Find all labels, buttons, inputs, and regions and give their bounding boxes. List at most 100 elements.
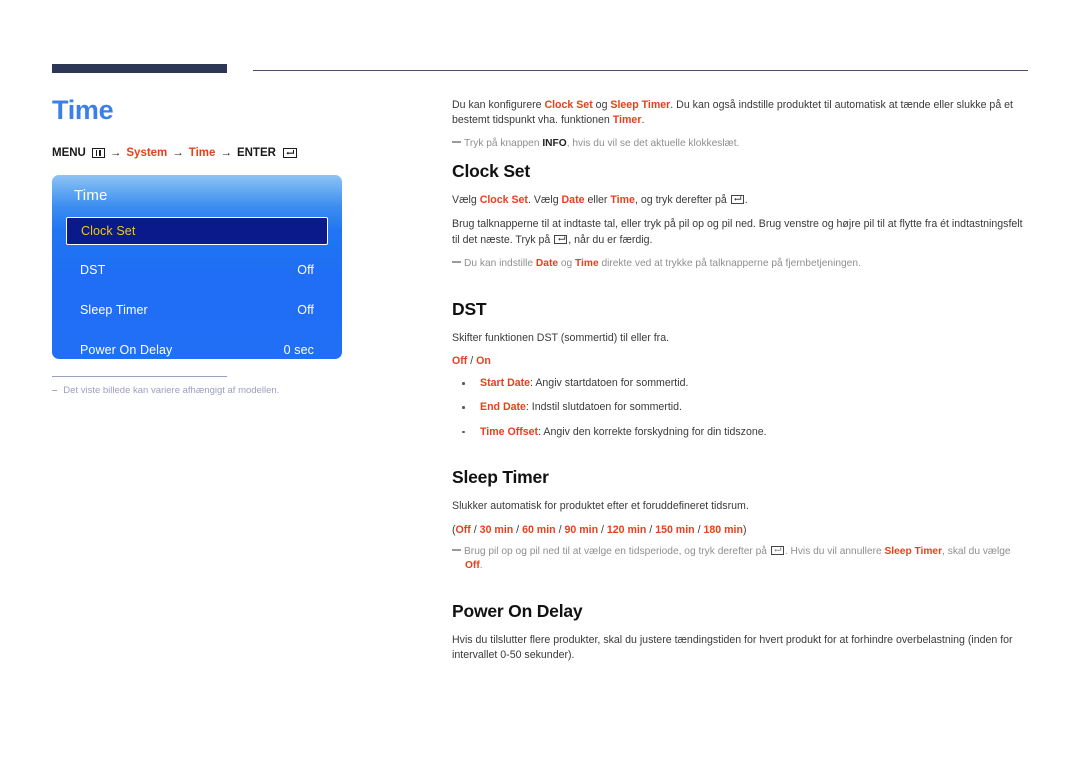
dst-options: Off / On: [452, 355, 1030, 367]
page-title: Time: [52, 95, 114, 125]
st-option-3: 90 min: [564, 523, 599, 536]
dst-option-on: On: [476, 355, 491, 368]
cs-text-g: , og tryk derefter på: [634, 193, 730, 206]
dst-bullet-term: Time Offset: [480, 425, 539, 438]
section-clock-set: Clock Set Vælg Clock Set. Vælg Date elle…: [452, 161, 1030, 272]
cs-text-a: Vælg: [452, 193, 480, 206]
osd-menu-list: Clock Set DST Off Sleep Timer Off Power …: [66, 216, 328, 375]
st-option-5: 150 min: [655, 523, 695, 536]
cs-term-clock-set: Clock Set: [479, 193, 528, 206]
header-accent-bar: [52, 64, 227, 73]
dst-option-off: Off: [452, 355, 468, 368]
dst-bullet-list: Start Date: Angiv startdatoen for sommer…: [452, 376, 1030, 440]
section-sleep-timer: Sleep Timer Slukker automatisk for produ…: [452, 467, 1030, 574]
sleep-timer-options: (Off / 30 min / 60 min / 90 min / 120 mi…: [452, 523, 747, 536]
st-option-4: 120 min: [606, 523, 647, 536]
st-option-0: Off: [455, 523, 471, 536]
osd-item-sleep-timer[interactable]: Sleep Timer Off: [66, 295, 328, 325]
cs-text-h: .: [744, 193, 748, 206]
cs-term-time: Time: [610, 193, 635, 206]
list-item: Time Offset: Angiv den korrekte forskydn…: [452, 425, 1030, 440]
enter-key-icon: [554, 234, 568, 244]
section-heading-sleep-timer: Sleep Timer: [452, 467, 549, 488]
osd-item-label: Power On Delay: [80, 342, 173, 357]
header-rule: [253, 70, 1028, 71]
intro-note: Tryk på knappen INFO, hvis du vil se det…: [452, 137, 1030, 152]
caption-dash: –: [52, 384, 58, 396]
st-option-6: 180 min: [703, 523, 743, 536]
section-heading-power-on-delay: Power On Delay: [452, 601, 583, 622]
breadcrumb-enter-label: ENTER: [236, 146, 276, 159]
list-item: Start Date: Angiv startdatoen for sommer…: [452, 376, 1030, 391]
intro-note-a: Tryk på knappen: [464, 138, 543, 150]
breadcrumb-item-time[interactable]: Time: [189, 147, 216, 159]
intro-term-sleep-timer: Sleep Timer: [610, 99, 671, 111]
intro-paragraph: Du kan konfigurere Clock Set og Sleep Ti…: [452, 98, 1030, 128]
section-heading-clock-set: Clock Set: [452, 160, 530, 181]
st-note-f: .: [479, 560, 483, 572]
osd-title: Time: [74, 186, 108, 204]
dst-paragraph-1: Skifter funktionen DST (sommertid) til e…: [452, 331, 670, 344]
cs2-text-b: , når du er færdig.: [568, 233, 653, 246]
st-paren-close: ): [742, 523, 747, 536]
section-power-on-delay: Power On Delay Hvis du tilslutter flere …: [452, 601, 1030, 664]
intro-note-c: , hvis du vil se det aktuelle klokkeslæt…: [566, 138, 740, 150]
dst-bullet-desc: : Angiv startdatoen for sommertid.: [530, 377, 689, 390]
enter-key-icon: [282, 147, 297, 158]
osd-menu-panel: Time Clock Set DST Off Sleep Timer Off P…: [52, 174, 342, 359]
osd-item-dst[interactable]: DST Off: [66, 255, 328, 285]
intro-text-c: og: [592, 99, 611, 111]
breadcrumb-item-system[interactable]: System: [126, 147, 167, 159]
osd-caption: – Det viste billede kan variere afhængig…: [52, 385, 432, 396]
st-option-1: 30 min: [479, 523, 514, 536]
right-column: Du kan konfigurere Clock Set og Sleep Ti…: [452, 98, 1030, 673]
osd-item-value: Off: [297, 302, 314, 317]
clock-set-paragraph-1: Vælg Clock Set. Vælg Date eller Time, og…: [452, 193, 1030, 208]
dst-option-separator: /: [467, 355, 477, 368]
clock-set-paragraph-2: Brug talknapperne til at indtaste tal, e…: [452, 217, 1030, 248]
dst-bullet-desc: : Angiv den korrekte forskydning for din…: [538, 425, 767, 438]
osd-item-label: DST: [80, 262, 106, 277]
caption-text: Det viste billede kan variere afhængigt …: [63, 384, 280, 396]
dst-bullet-desc: : Indstil slutdatoen for sommertid.: [525, 401, 682, 414]
note-dash-icon: [452, 548, 461, 551]
dst-bullet-term: End Date: [480, 401, 526, 414]
st-note-b: . Hvis du vil annullere: [784, 545, 885, 557]
breadcrumb-arrow-3: →: [220, 146, 232, 159]
cs-note-a: Du kan indstille: [464, 257, 536, 269]
cs-note-date: Date: [535, 257, 559, 269]
cs-note-e: direkte ved at trykke på talknapperne på…: [598, 257, 861, 269]
intro-term-timer: Timer: [612, 114, 642, 127]
intro-text-a: Du kan konfigurere: [452, 99, 545, 111]
breadcrumb-arrow-1: →: [109, 146, 122, 159]
cs-term-date: Date: [561, 193, 585, 206]
st-note-a: Brug pil op og pil ned til at vælge en t…: [464, 545, 770, 557]
enter-key-icon: [770, 545, 784, 555]
osd-item-value: Off: [297, 262, 314, 277]
breadcrumb-menu-label: MENU: [52, 146, 86, 159]
note-dash-icon: [452, 261, 461, 263]
osd-item-label: Sleep Timer: [80, 302, 148, 317]
dst-bullet-term: Start Date: [480, 377, 531, 390]
menu-grid-icon: [91, 147, 105, 158]
osd-item-label: Clock Set: [81, 223, 136, 238]
st-note-d: , skal du vælge: [942, 545, 1011, 557]
enter-key-icon: [730, 194, 744, 204]
section-dst: DST Skifter funktionen DST (sommertid) t…: [452, 299, 1030, 440]
breadcrumb-arrow-2: →: [172, 146, 184, 159]
osd-item-power-on-delay[interactable]: Power On Delay 0 sec: [66, 335, 328, 365]
st-note-sleep-timer: Sleep Timer: [884, 545, 943, 557]
intro-note-info: INFO: [542, 138, 567, 150]
cs-note-time: Time: [575, 257, 599, 269]
caption-rule: [52, 375, 227, 377]
sleep-timer-paragraph-1: Slukker automatisk for produktet efter e…: [452, 500, 749, 513]
section-heading-dst: DST: [452, 298, 487, 319]
intro-text-g: .: [641, 114, 645, 127]
osd-item-clock-set[interactable]: Clock Set: [66, 216, 328, 245]
left-column: Time MENU → System → Time → ENTER Time C…: [52, 95, 432, 396]
power-on-delay-paragraph-1: Hvis du tilslutter flere produkter, skal…: [452, 634, 1013, 662]
st-option-2: 60 min: [522, 523, 556, 536]
osd-item-value: 0 sec: [283, 342, 314, 357]
sleep-timer-note: Brug pil op og pil ned til at vælge en t…: [452, 545, 1030, 575]
list-item: End Date: Indstil slutdatoen for sommert…: [452, 400, 1030, 415]
